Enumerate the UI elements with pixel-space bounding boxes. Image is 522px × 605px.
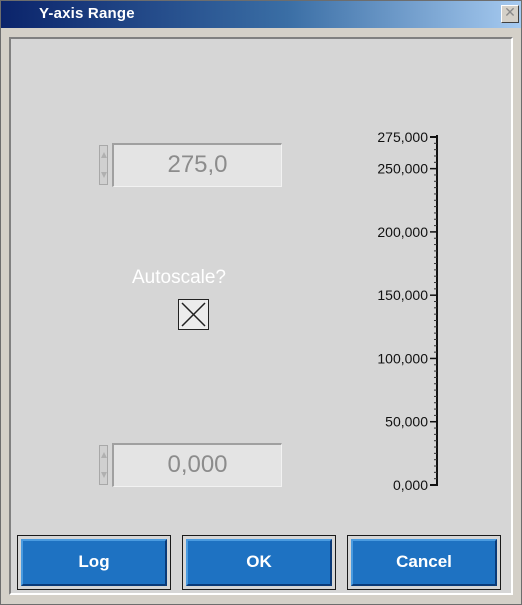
- title-bar[interactable]: Y-axis Range ✕: [1, 1, 521, 28]
- decrement-arrow-icon[interactable]: [101, 472, 107, 478]
- window-title: Y-axis Range: [39, 5, 135, 22]
- ok-button[interactable]: OK: [186, 539, 332, 586]
- min-value-control[interactable]: 0,000: [99, 443, 282, 487]
- log-button[interactable]: Log: [21, 539, 167, 586]
- scale-tick-label: 100,000: [377, 350, 428, 366]
- scale-tick-label: 200,000: [377, 224, 428, 240]
- max-value-control[interactable]: 275,0: [99, 143, 282, 187]
- close-button[interactable]: ✕: [501, 5, 519, 23]
- scale-tick-label: 250,000: [377, 161, 428, 177]
- y-axis-range-dialog: Y-axis Range ✕ 275,0 Autoscale? 0,000 27…: [0, 0, 522, 605]
- cancel-button[interactable]: Cancel: [351, 539, 497, 586]
- scale-tick-label: 0,000: [393, 477, 428, 493]
- increment-arrow-icon[interactable]: [101, 152, 107, 158]
- close-icon: ✕: [504, 5, 516, 21]
- scale-tick-label: 50,000: [385, 414, 428, 430]
- max-value-spinner[interactable]: [99, 145, 108, 185]
- autoscale-label: Autoscale?: [131, 267, 226, 288]
- autoscale-checkbox[interactable]: [178, 299, 209, 330]
- min-value-field[interactable]: 0,000: [112, 443, 282, 487]
- y-axis-scale: 275,000 250,000 200,000 150,000 100,000 50,00…: [311, 127, 451, 497]
- min-value-spinner[interactable]: [99, 445, 108, 485]
- scale-tick-label: 275,000: [377, 129, 428, 145]
- scale-axis: 275,000 250,000 200,000 150,000 100,000 50,00…: [377, 129, 438, 493]
- checkbox-x-icon: [181, 302, 206, 327]
- increment-arrow-icon[interactable]: [101, 452, 107, 458]
- max-value-field[interactable]: 275,0: [112, 143, 282, 187]
- decrement-arrow-icon[interactable]: [101, 172, 107, 178]
- dialog-panel: 275,0 Autoscale? 0,000 275,000 250,000 200…: [9, 37, 513, 595]
- scale-tick-label: 150,000: [377, 287, 428, 303]
